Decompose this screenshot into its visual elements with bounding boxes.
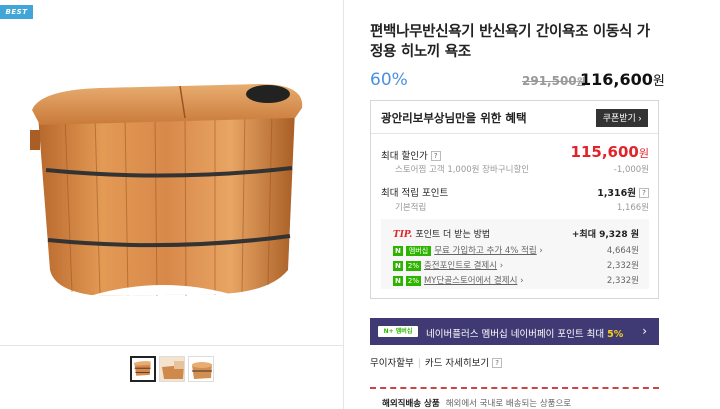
store-coupon-label: 스토어찜 고객 1,000원 장바구니할인: [395, 165, 530, 175]
benefit-title: 광안리보부상님만을 위한 혜택: [381, 111, 527, 125]
points-tip-box: TIP. 포인트 더 받는 방법 +최대 9,328 원 N 멤버십 무료 가입하고 …: [381, 219, 649, 289]
help-icon[interactable]: ?: [492, 358, 503, 368]
max-discount-row: 최대 할인가? 115,600원: [381, 143, 649, 162]
naver-plus-membership-banner[interactable]: N+ 멤버십 네이버플러스 멤버십 네이버페이 포인트 최대 5% ›: [370, 318, 659, 345]
percent-badge: 2%: [405, 261, 421, 271]
basic-points-row: 기본적립 1,166원: [381, 201, 649, 213]
image-divider: [0, 345, 344, 346]
installment-info: 무이자할부 | 카드 자세히보기?: [370, 355, 503, 369]
benefit-box: 광안리보부상님만을 위한 혜택 쿠폰받기 › 최대 할인가? 115,600원 …: [370, 100, 659, 299]
overseas-shipping-notice: 해외직배송 상품 해외에서 국내로 배송되는 상품으로: [370, 387, 659, 409]
percent-badge: 2%: [405, 276, 421, 286]
product-info-panel: 편백나무반신욕기 반신욕기 간이욕조 이동식 가정용 히노끼 욕조 60% 29…: [345, 0, 720, 409]
thumbnail-2[interactable]: [159, 356, 185, 382]
product-image-panel: BEST: [0, 0, 344, 409]
overseas-label: 해외직배송 상품: [382, 399, 440, 409]
naver-n-icon: N: [393, 276, 403, 286]
original-price: 291,500원: [522, 74, 585, 88]
overseas-text: 해외에서 국내로 배송되는 상품으로: [445, 399, 572, 409]
coupon-button[interactable]: 쿠폰받기 ›: [596, 109, 648, 127]
max-discount-value: 115,600원: [570, 143, 649, 161]
tip-row-membership[interactable]: N 멤버십 무료 가입하고 추가 4% 적립 › 4,664원: [393, 244, 639, 256]
best-badge: BEST: [0, 5, 33, 19]
thumbnail-3[interactable]: [188, 356, 214, 382]
max-points-label: 최대 적립 포인트: [381, 188, 449, 199]
installment-label: 무이자할부: [370, 358, 414, 369]
benefit-header: 광안리보부상님만을 위한 혜택 쿠폰받기 ›: [371, 101, 658, 134]
sale-price: 116,600원: [580, 70, 665, 89]
discount-rate: 60%: [370, 70, 408, 90]
max-points-value: 1,316원?: [597, 185, 649, 199]
store-coupon-value: -1,000원: [613, 165, 649, 175]
thumbnail-strip: [130, 356, 214, 382]
tip-max-points: +최대 9,328 원: [571, 230, 639, 240]
npay-banner-text: 네이버플러스 멤버십 네이버페이 포인트 최대 5%: [426, 329, 624, 340]
tip-row-my-store[interactable]: N 2% MY단골스토어에서 결제시 › 2,332원: [393, 274, 639, 286]
basic-points-value: 1,166원: [616, 203, 649, 213]
naver-n-icon: N: [393, 261, 403, 271]
product-title: 편백나무반신욕기 반신욕기 간이욕조 이동식 가정용 히노끼 욕조: [370, 24, 650, 60]
tip-title: TIP. 포인트 더 받는 방법: [393, 230, 491, 240]
thumbnail-1[interactable]: [130, 356, 156, 382]
help-icon[interactable]: ?: [430, 151, 441, 161]
help-icon[interactable]: ?: [639, 188, 649, 198]
naver-n-icon: N: [393, 246, 403, 256]
tip-row-charge-points[interactable]: N 2% 충전포인트로 결제시 › 2,332원: [393, 259, 639, 271]
product-main-image[interactable]: [20, 70, 320, 310]
basic-points-label: 기본적립: [395, 203, 427, 213]
max-discount-label: 최대 할인가: [381, 151, 428, 162]
naver-plus-logo: N+ 멤버십: [378, 326, 418, 337]
store-coupon-row: 스토어찜 고객 1,000원 장바구니할인 -1,000원: [381, 163, 649, 175]
card-details-link[interactable]: 카드 자세히보기: [425, 358, 489, 369]
membership-badge: 멤버십: [405, 246, 432, 256]
max-points-row: 최대 적립 포인트 1,316원?: [381, 185, 649, 199]
chevron-right-icon: ›: [642, 324, 647, 338]
